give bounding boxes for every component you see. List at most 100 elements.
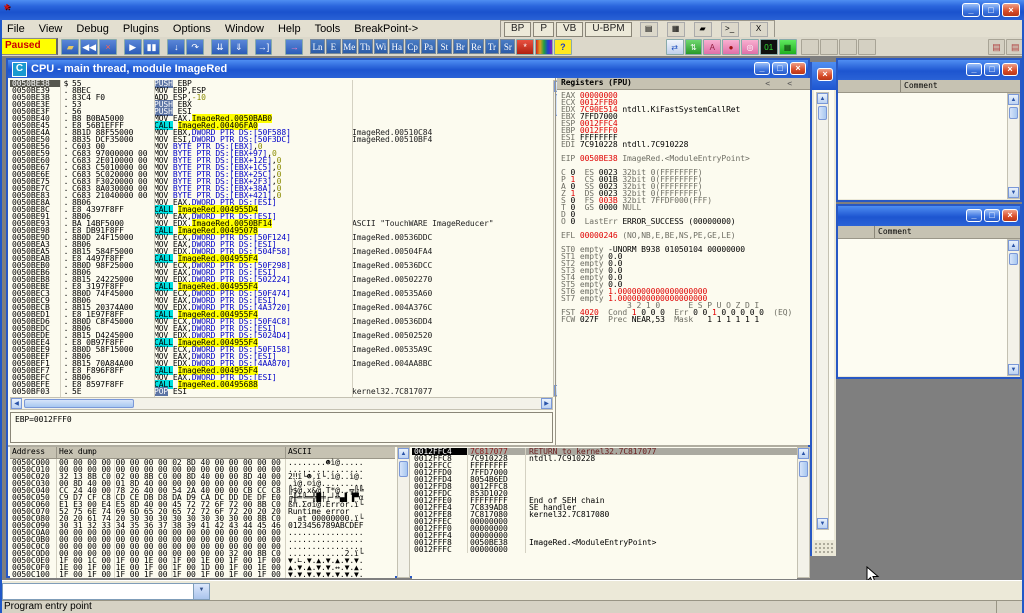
trace-button-icon[interactable]: ◎ [741, 39, 759, 55]
close-button[interactable]: × [1002, 209, 1018, 222]
disasm-row[interactable]: 0050BEF7.E8 F896F8FFCALL ImageRed.004955… [10, 367, 553, 374]
background-window-edge[interactable]: × ▲ ▼ [810, 62, 836, 556]
bp-toolbar-close-button[interactable]: X [750, 22, 768, 37]
column-divider[interactable] [60, 80, 61, 397]
register-line[interactable]: EIP 0050BE38 ImageRed.<ModuleEntryPoint> [561, 155, 810, 162]
restore-button[interactable]: □ [982, 3, 1000, 17]
scroll-right-icon[interactable]: ▶ [541, 398, 552, 409]
cpu-window-titlebar[interactable]: C CPU - main thread, module ImageRed _ □… [8, 60, 808, 78]
restart-button-icon[interactable]: ◀◀ [80, 39, 98, 55]
restore-button[interactable]: □ [984, 63, 1000, 76]
comment-window-2-body[interactable]: ▲ ▼ [838, 239, 1020, 376]
scroll-thumb[interactable] [818, 106, 827, 120]
animate-over-button-icon[interactable]: ⇓ [230, 39, 248, 55]
scroll-up-icon[interactable]: ▲ [1008, 94, 1019, 105]
scroll-thumb[interactable] [799, 461, 808, 477]
pause-button-icon[interactable]: ▮▮ [143, 39, 161, 55]
menu-item-file[interactable]: File [0, 22, 32, 36]
scroll-thumb[interactable] [399, 461, 408, 477]
pane-button-cp[interactable]: Cp [405, 39, 420, 54]
disasm-row[interactable]: 0050BE8C.E8 4397F8FFCALL ImageRed.004955… [10, 206, 553, 213]
info-pane[interactable]: EBP=0012FFF0 [10, 412, 553, 443]
menu-item-plugins[interactable]: Plugins [116, 22, 166, 36]
stack-row[interactable]: 0012FFFC00000000 [412, 546, 797, 553]
pane-button-br[interactable]: Br [453, 39, 468, 54]
pane-button-sr[interactable]: Sr [500, 39, 515, 54]
dump-row[interactable]: 0050C1001F 00 1F 00 1F 00 1F 00 1F 00 1F… [10, 571, 395, 578]
disasm-row[interactable]: 0050BE3E.53PUSH EBX [10, 101, 553, 108]
comment-window-2-titlebar[interactable]: _ □ × [838, 206, 1020, 226]
scroll-thumb[interactable] [1009, 253, 1018, 265]
scroll-up-icon[interactable]: ▲ [1008, 240, 1019, 251]
go-to-address-button-icon[interactable]: → [285, 39, 303, 55]
pane-button-wi[interactable]: Wi [374, 39, 389, 54]
window-border-left[interactable] [0, 20, 2, 613]
swap-button-icon[interactable]: ⇄ [666, 39, 684, 55]
resize-grip[interactable] [814, 541, 834, 554]
close-button[interactable]: × [1002, 3, 1020, 17]
breakpoint-button-icon[interactable]: ● [722, 39, 740, 55]
scroll-down-icon[interactable]: ▼ [1008, 364, 1019, 375]
menu-item-debug[interactable]: Debug [69, 22, 115, 36]
menu-item-tools[interactable]: Tools [308, 22, 348, 36]
restore-button[interactable]: □ [984, 209, 1000, 222]
disasm-row[interactable]: 0050BE38$55PUSH EBP [10, 80, 553, 87]
cpu-minimize-button[interactable]: _ [754, 62, 770, 75]
console-button[interactable]: >_ [721, 22, 739, 37]
disasm-row[interactable]: 0050BE83.C683 21040000 00MOV BYTE PTR DS… [10, 192, 553, 199]
pane-button-ha[interactable]: Ha [389, 39, 404, 54]
disassembly-pane[interactable]: 0050BE38$55PUSH EBP0050BE39.8BECMOV EBP,… [10, 80, 553, 397]
scroll-up-icon[interactable]: ▲ [798, 448, 809, 459]
vscrollbar[interactable]: ▲ ▼ [1007, 93, 1020, 199]
close-button[interactable]: × [1002, 63, 1018, 76]
gear-icon[interactable]: * [516, 39, 534, 55]
pane-button-ln[interactable]: Ln [310, 39, 325, 54]
pane-button-e[interactable]: E [326, 39, 341, 54]
command-combobox[interactable]: ▼ [2, 583, 210, 600]
help-icon[interactable]: ? [554, 39, 572, 55]
bp-toolbar-button-vb[interactable]: VB [556, 22, 583, 37]
comment-window-2[interactable]: _ □ × Comment ▲ ▼ [836, 204, 1022, 379]
open-file-button-icon[interactable]: ▰ [61, 39, 79, 55]
pane-button-st[interactable]: St [437, 39, 452, 54]
pane-button-pa[interactable]: Pa [421, 39, 436, 54]
bp-toolbar-button-bp[interactable]: BP [504, 22, 531, 37]
scroll-down-icon[interactable]: ▼ [817, 518, 828, 529]
disasm-row[interactable]: 0050BED6.8B0D C8F45000MOV ECX,DWORD PTR … [10, 318, 553, 325]
cpu-close-button[interactable]: × [790, 62, 806, 75]
scroll-thumb[interactable] [24, 399, 134, 408]
binary-button-icon[interactable]: 01 [760, 39, 778, 55]
disasm-row[interactable]: 0050BE9D.8B0D 24F15000MOV ECX,DWORD PTR … [10, 234, 553, 241]
background-window-titlebar[interactable]: × [812, 62, 836, 90]
app-titlebar[interactable]: * _ □ × [0, 0, 1024, 20]
scroll-down-icon[interactable]: ▼ [1008, 187, 1019, 198]
menu-item-breakpoint[interactable]: BreakPoint-> [347, 22, 425, 36]
scroll-left-icon[interactable]: ◀ [11, 398, 22, 409]
disasm-row[interactable]: 0050BEFE.E8 8597F8FFCALL ImageRed.004956… [10, 381, 553, 388]
comment-window-1-titlebar[interactable]: _ □ × [838, 60, 1020, 80]
pane-button-me[interactable]: Me [342, 39, 357, 54]
chevron-left-icon[interactable]: < [765, 79, 770, 89]
menu-item-window[interactable]: Window [218, 22, 271, 36]
empty-button[interactable] [820, 39, 838, 55]
bp-toolbar-button-p[interactable]: P [533, 22, 554, 37]
menu-item-help[interactable]: Help [271, 22, 308, 36]
column-divider[interactable] [352, 80, 353, 397]
animate-into-button-icon[interactable]: ⇊ [211, 39, 229, 55]
vscrollbar[interactable]: ▲ ▼ [1007, 239, 1020, 376]
register-line[interactable]: T 0 GS 0000 NULL [561, 204, 810, 211]
disasm-row[interactable]: 0050BEE9.8B0D 58F15000MOV ECX,DWORD PTR … [10, 346, 553, 353]
register-line[interactable]: O 0 LastErr ERROR_SUCCESS (00000000) [561, 218, 810, 225]
highlight-button-icon[interactable]: A [703, 39, 721, 55]
pane-button-re[interactable]: Re [469, 39, 484, 54]
column-divider[interactable] [900, 80, 901, 92]
combo-arrow-icon[interactable]: ▼ [193, 584, 209, 599]
empty-button[interactable] [858, 39, 876, 55]
bp-toolbar-button-u-bpm[interactable]: U-BPM [585, 22, 631, 37]
background-window-vscrollbar[interactable]: ▲ ▼ [816, 92, 829, 530]
comment-column-header[interactable]: Comment [838, 226, 1020, 239]
scroll-thumb[interactable] [1009, 107, 1018, 119]
updown-button-icon[interactable]: ⇅ [685, 39, 703, 55]
scroll-up-icon[interactable]: ▲ [398, 448, 409, 459]
cpu-restore-button[interactable]: □ [772, 62, 788, 75]
